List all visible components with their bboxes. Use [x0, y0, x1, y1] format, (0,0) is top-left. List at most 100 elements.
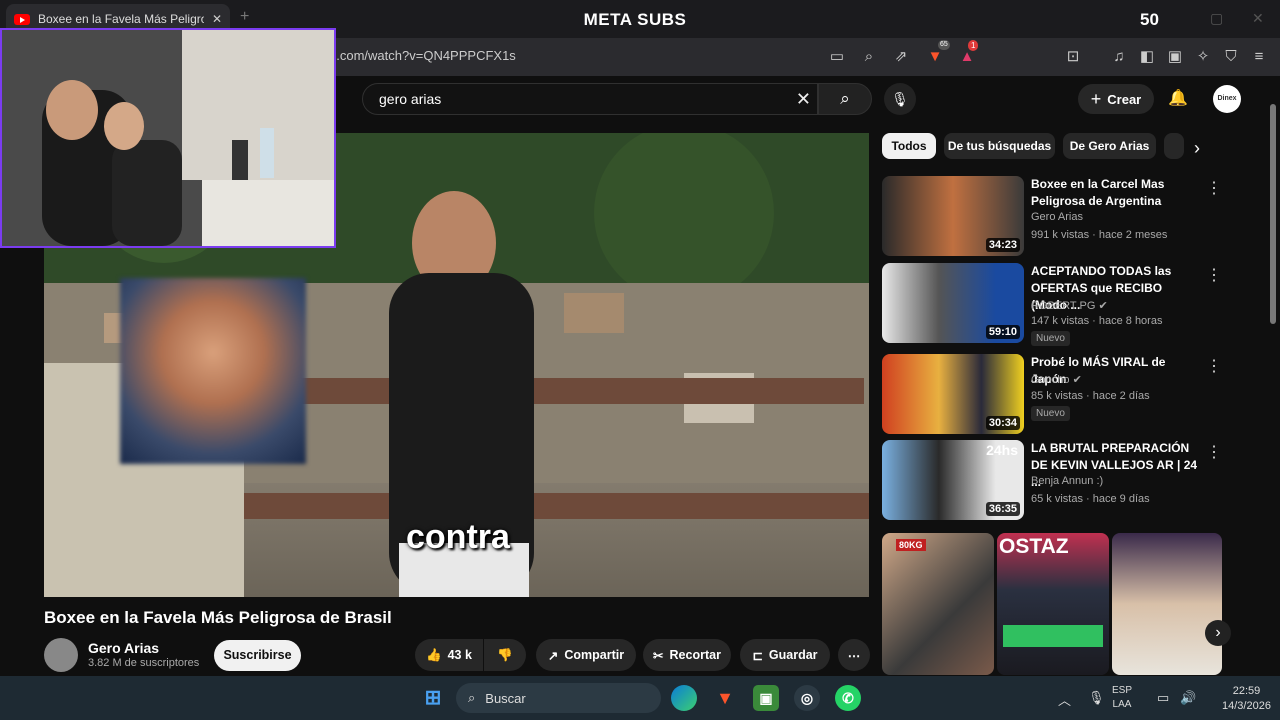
chip-de-gero-arias[interactable]: De Gero Arias [1063, 133, 1156, 159]
chip-partial[interactable] [1164, 133, 1184, 159]
more-icon: ⋯ [847, 648, 861, 663]
brave-rewards-icon[interactable]: ▲ 1 [956, 40, 979, 68]
meta-subs-label: META SUBS [583, 10, 687, 29]
channel-name[interactable]: Gero Arias [88, 640, 159, 656]
related-video[interactable]: 30:34 Probé lo MÁS VIRAL de Japón Goncho… [882, 354, 1222, 434]
youtube-favicon-icon [14, 13, 30, 25]
scrollbar-thumb[interactable] [1270, 104, 1276, 324]
related-video[interactable]: 34:23 Boxee en la Carcel Mas Peligrosa d… [882, 176, 1222, 256]
dislike-button[interactable]: 👎 [484, 639, 526, 671]
search-icon: ⌕ [468, 690, 476, 705]
notifications-bell-icon[interactable]: 🔔 [1168, 88, 1188, 108]
screenshot-icon[interactable]: ⊡ [1062, 46, 1084, 68]
kebab-menu-icon[interactable]: ⋮ [1206, 356, 1222, 376]
related-meta: 147 k vistas · hace 8 horas [1031, 315, 1163, 327]
search-input[interactable]: gero arias ✕ [362, 83, 818, 115]
related-channel[interactable]: Benja Annun :) [1031, 475, 1103, 487]
scrollbar[interactable] [1268, 76, 1278, 676]
brave-shield-icon[interactable]: ▼ 65 [924, 40, 950, 68]
search-query: gero arias [379, 91, 442, 107]
close-tab-icon[interactable]: ✕ [212, 12, 222, 26]
chip-todos[interactable]: Todos [882, 133, 936, 159]
share-label: Compartir [564, 648, 625, 662]
plus-icon: + [1090, 88, 1102, 109]
share-icon: ↗ [547, 648, 559, 663]
volume-icon[interactable]: 🔊 [1180, 690, 1196, 706]
save-button[interactable]: ⊏ Guardar [740, 639, 830, 671]
scissors-icon: ✂ [653, 648, 664, 663]
short-green-banner [1003, 625, 1103, 647]
shorts-next-icon[interactable]: › [1205, 620, 1231, 646]
search-icon: ⌕ [840, 89, 850, 108]
related-channel[interactable]: ROBERT PG ✔ [1031, 299, 1108, 312]
video-duration: 34:23 [985, 238, 1020, 252]
like-button[interactable]: 👍 43 k [415, 639, 483, 671]
kebab-menu-icon[interactable]: ⋮ [1206, 265, 1222, 285]
new-tab-icon[interactable]: + [240, 8, 249, 26]
related-channel[interactable]: Goncho ✔ [1031, 373, 1082, 386]
network-icon[interactable]: ▭ [1157, 690, 1169, 706]
language-indicator[interactable]: ESP LAA [1112, 684, 1132, 712]
kebab-menu-icon[interactable]: ⋮ [1206, 442, 1222, 462]
clip-label: Recortar [669, 648, 721, 662]
account-avatar[interactable]: Dinex [1213, 85, 1241, 113]
maximize-icon[interactable]: ▢ [1210, 10, 1223, 27]
clear-search-icon[interactable]: ✕ [796, 89, 811, 110]
search-button[interactable]: ⌕ [818, 83, 872, 115]
video-thumbnail[interactable]: 59:10 [882, 263, 1024, 343]
share-page-icon[interactable]: ⇗ [890, 46, 912, 68]
like-count: 43 k [447, 648, 472, 662]
music-icon[interactable]: ♫ [1108, 46, 1130, 68]
clip-button[interactable]: ✂ Recortar [643, 639, 731, 671]
create-button[interactable]: + Crear [1078, 84, 1154, 114]
obs-icon[interactable]: ◎ [794, 685, 820, 711]
related-video[interactable]: 24hs 36:35 LA BRUTAL PREPARACIÓN DE KEVI… [882, 440, 1222, 520]
menu-icon[interactable]: ≡ [1248, 46, 1270, 68]
thumbnail-24hs-label: 24hs [986, 442, 1018, 458]
clock-time: 22:59 [1232, 685, 1261, 697]
video-thumbnail[interactable]: 30:34 [882, 354, 1024, 434]
bookmark-icon: ⊏ [752, 648, 763, 663]
short-thumbnail[interactable]: OSTAZ [997, 533, 1109, 675]
video-duration: 36:35 [985, 502, 1020, 516]
lang-code: ESP [1112, 685, 1133, 696]
sidebar-icon[interactable]: ◧ [1136, 46, 1158, 68]
edge-icon[interactable] [671, 685, 697, 711]
streamer-webcam-overlay [0, 28, 336, 248]
subscribe-button[interactable]: Suscribirse [214, 640, 301, 671]
brave-icon[interactable]: ▼ [712, 685, 738, 711]
chip-de-tus-busquedas[interactable]: De tus búsquedas [944, 133, 1055, 159]
short-ostaz-label: OSTAZ [999, 535, 1069, 558]
leo-ai-icon[interactable]: ✧ [1192, 46, 1214, 68]
chips-next-icon[interactable]: › [1194, 138, 1200, 159]
taskbar-clock[interactable]: 22:59 14/3/2026 [1222, 684, 1271, 714]
whatsapp-icon[interactable]: ✆ [835, 685, 861, 711]
related-video[interactable]: 59:10 ACEPTANDO TODAS las OFERTAS que RE… [882, 263, 1222, 346]
more-actions-button[interactable]: ⋯ [838, 639, 870, 671]
blurred-inset-image [120, 278, 306, 464]
channel-avatar[interactable] [44, 638, 78, 672]
close-window-icon[interactable]: ✕ [1252, 10, 1264, 27]
cast-icon[interactable]: ▭ [826, 46, 848, 68]
new-badge: Nuevo [1031, 406, 1070, 421]
zoom-icon[interactable]: ⌕ [858, 46, 880, 68]
wallet-icon[interactable]: ▣ [1164, 46, 1186, 68]
thumbs-up-icon: 👍 [426, 647, 442, 662]
short-thumbnail[interactable] [1112, 533, 1222, 675]
webcam-art [2, 30, 334, 246]
share-button[interactable]: ↗ Compartir [536, 639, 636, 671]
related-channel[interactable]: Gero Arias [1031, 211, 1083, 223]
kebab-menu-icon[interactable]: ⋮ [1206, 178, 1222, 198]
related-title[interactable]: Boxee en la Carcel Mas Peligrosa de Arge… [1031, 176, 1199, 210]
taskbar-search[interactable]: ⌕ Buscar [456, 683, 661, 713]
android-studio-icon[interactable]: ▣ [753, 685, 779, 711]
tray-mic-icon[interactable]: 🎙 [1088, 690, 1105, 706]
tray-chevron-icon[interactable]: ︿ [1058, 690, 1071, 709]
vpn-icon[interactable]: ⛉ [1220, 46, 1242, 68]
video-thumbnail[interactable]: 24hs 36:35 [882, 440, 1024, 520]
short-thumbnail[interactable]: 80KG [882, 533, 994, 675]
verified-icon: ✔ [1072, 374, 1082, 386]
video-thumbnail[interactable]: 34:23 [882, 176, 1024, 256]
mic-button[interactable]: 🎙 [884, 83, 916, 115]
windows-start-icon[interactable]: ⊞ [420, 685, 446, 711]
